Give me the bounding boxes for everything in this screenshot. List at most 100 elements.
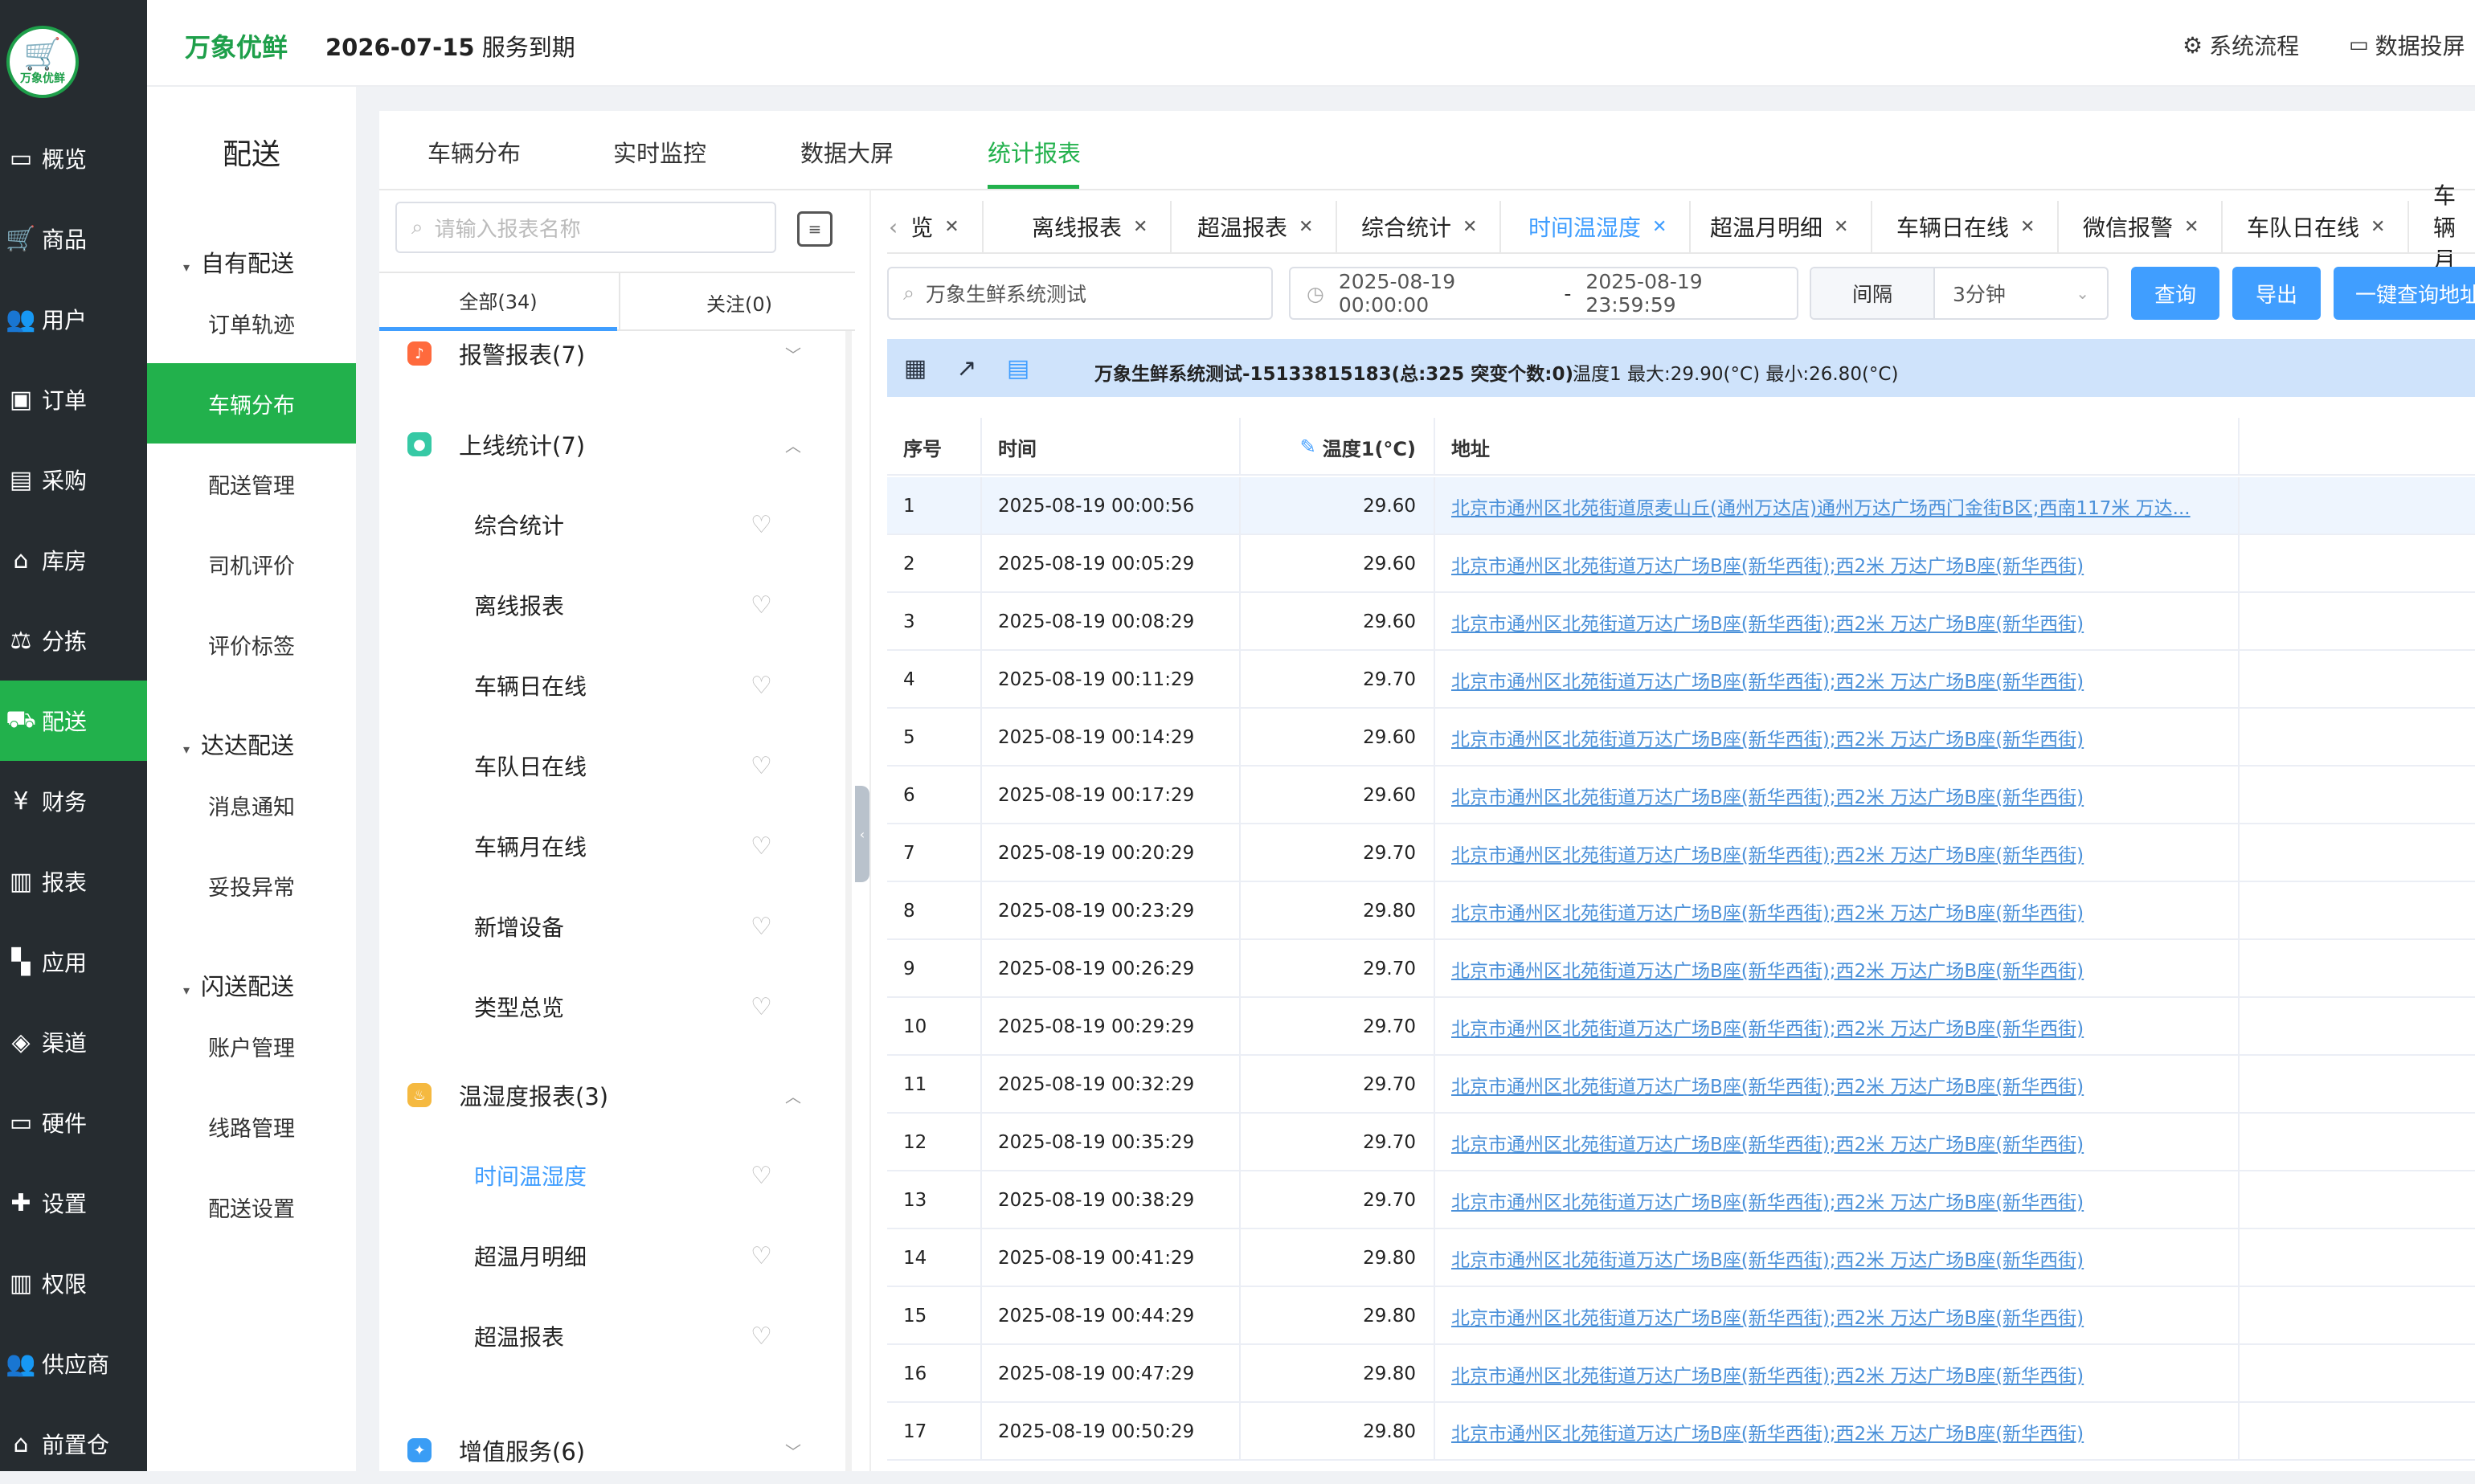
table-row[interactable]: 1 2025-08-19 00:00:56 29.60 北京市通州区北苑街道原麦山丘(… <box>887 477 2475 535</box>
data-cast-link[interactable]: ▭ 数据投屏 <box>2349 29 2465 61</box>
tab-realtime-monitor[interactable]: 实时监控 <box>613 135 706 169</box>
nav-item-12[interactable]: ▭ 硬件 <box>0 1082 147 1163</box>
heart-icon[interactable]: ♡ <box>751 752 772 780</box>
cell-address-link[interactable]: 北京市通州区北苑街道万达广场B座(新华西街);西2米 万达广场B座(新华西街) <box>1435 940 2240 998</box>
cell-address-link[interactable]: 北京市通州区北苑街道万达广场B座(新华西街);西2米 万达广场B座(新华西街) <box>1435 824 2240 882</box>
tab-vehicle-distribution[interactable]: 车辆分布 <box>428 135 521 169</box>
col-temp1[interactable]: ✎ 温度1(°C) <box>1241 418 1435 476</box>
tag-tab-1[interactable]: 离线报表 ✕ <box>1009 201 1172 252</box>
close-icon[interactable]: ✕ <box>2371 217 2385 237</box>
brand-logo[interactable]: 🛒 万象优鲜 <box>6 26 79 98</box>
table-row[interactable]: 3 2025-08-19 00:08:29 29.60 北京市通州区北苑街道万达广场B… <box>887 593 2475 651</box>
close-icon[interactable]: ✕ <box>2184 217 2199 237</box>
table-row[interactable]: 17 2025-08-19 00:50:29 29.80 北京市通州区北苑街道万达广场… <box>887 1403 2475 1461</box>
table-row[interactable]: 10 2025-08-19 00:29:29 29.70 北京市通州区北苑街道万达广场… <box>887 998 2475 1056</box>
report-manage-icon[interactable]: ≡ <box>797 211 832 247</box>
nav-item-14[interactable]: ▥ 权限 <box>0 1243 147 1323</box>
tag-tab-0[interactable]: ‹ 览 ✕ <box>887 201 984 252</box>
report-category-3[interactable]: ✦ 增值服务(6) ﹀ <box>407 1426 801 1474</box>
subnav-item[interactable]: 评价标签 <box>147 604 356 685</box>
table-view-icon[interactable]: ▤ <box>1004 355 1032 382</box>
heart-icon[interactable]: ♡ <box>751 1242 772 1270</box>
close-icon[interactable]: ✕ <box>1299 217 1313 237</box>
nav-item-2[interactable]: 👥 用户 <box>0 279 147 359</box>
table-row[interactable]: 8 2025-08-19 00:23:29 29.80 北京市通州区北苑街道万达广场B… <box>887 882 2475 940</box>
tag-tab-9[interactable]: 车辆月 <box>2411 182 2475 273</box>
filter-tab-all[interactable]: 全部(34) <box>379 273 617 331</box>
query-button[interactable]: 查询 <box>2131 267 2219 320</box>
report-category-1[interactable]: ● 上线统计(7) ︿ <box>407 420 801 468</box>
nav-item-5[interactable]: ⌂ 库房 <box>0 520 147 600</box>
nav-item-11[interactable]: ◈ 渠道 <box>0 1002 147 1082</box>
tag-tab-5[interactable]: 超温月明细 ✕ <box>1688 201 1873 252</box>
heart-icon[interactable]: ♡ <box>751 511 772 539</box>
heart-icon[interactable]: ♡ <box>751 591 772 619</box>
nav-item-10[interactable]: ▚ 应用 <box>0 922 147 1002</box>
batch-address-button[interactable]: 一键查询地址 <box>2334 267 2475 320</box>
nav-item-9[interactable]: ▥ 报表 <box>0 841 147 922</box>
tag-tab-3[interactable]: 综合统计 ✕ <box>1339 201 1502 252</box>
filter-tab-followed[interactable]: 关注(0) <box>620 273 858 331</box>
cell-address-link[interactable]: 北京市通州区北苑街道万达广场B座(新华西街);西2米 万达广场B座(新华西街) <box>1435 535 2240 593</box>
heart-icon[interactable]: ♡ <box>751 1323 772 1351</box>
table-row[interactable]: 2 2025-08-19 00:05:29 29.60 北京市通州区北苑街道万达广场B… <box>887 535 2475 593</box>
table-row[interactable]: 4 2025-08-19 00:11:29 29.70 北京市通州区北苑街道万达广场B… <box>887 651 2475 709</box>
report-item[interactable]: 类型总览 ♡ <box>474 983 796 1031</box>
table-row[interactable]: 12 2025-08-19 00:35:29 29.70 北京市通州区北苑街道万达广场… <box>887 1114 2475 1171</box>
nav-item-6[interactable]: ⚖ 分拣 <box>0 600 147 681</box>
close-icon[interactable]: ✕ <box>944 217 959 237</box>
line-chart-icon[interactable]: ↗ <box>953 355 980 382</box>
subnav-item[interactable]: 配送设置 <box>147 1167 356 1247</box>
close-icon[interactable]: ✕ <box>1834 217 1848 237</box>
cell-address-link[interactable]: 北京市通州区北苑街道万达广场B座(新华西街);西2米 万达广场B座(新华西街) <box>1435 998 2240 1056</box>
date-range-picker[interactable]: ◷ 2025-08-19 00:00:00 - 2025-08-19 23:59… <box>1289 267 1798 320</box>
table-row[interactable]: 5 2025-08-19 00:14:29 29.60 北京市通州区北苑街道万达广场B… <box>887 709 2475 767</box>
tab-data-screen[interactable]: 数据大屏 <box>800 135 894 169</box>
nav-item-0[interactable]: ▭ 概览 <box>0 118 147 198</box>
table-row[interactable]: 11 2025-08-19 00:32:29 29.70 北京市通州区北苑街道万达广场… <box>887 1056 2475 1114</box>
vehicle-select[interactable]: ⌕ 万象生鲜系统测试 <box>887 267 1273 320</box>
interval-select[interactable]: 间隔 3分钟 ⌄ <box>1810 267 2109 320</box>
cell-address-link[interactable]: 北京市通州区北苑街道万达广场B座(新华西街);西2米 万达广场B座(新华西街) <box>1435 1114 2240 1171</box>
table-row[interactable]: 15 2025-08-19 00:44:29 29.80 北京市通州区北苑街道万达广场… <box>887 1287 2475 1345</box>
cell-address-link[interactable]: 北京市通州区北苑街道万达广场B座(新华西街);西2米 万达广场B座(新华西街) <box>1435 882 2240 940</box>
heart-icon[interactable]: ♡ <box>751 913 772 941</box>
heart-icon[interactable]: ♡ <box>751 993 772 1021</box>
cell-address-link[interactable]: 北京市通州区北苑街道万达广场B座(新华西街);西2米 万达广场B座(新华西街) <box>1435 709 2240 767</box>
tag-tab-8[interactable]: 车队日在线 ✕ <box>2224 201 2410 252</box>
heart-icon[interactable]: ♡ <box>751 832 772 861</box>
report-list-scrollbar[interactable] <box>845 331 852 1471</box>
report-search-box[interactable]: ⌕ 请输入报表名称 <box>395 202 776 253</box>
subnav-group-0[interactable]: ▾ 自有配送 <box>183 245 294 279</box>
subnav-item[interactable]: 账户管理 <box>147 1006 356 1086</box>
grid-view-icon[interactable]: ▦ <box>902 355 929 382</box>
nav-item-8[interactable]: ¥ 财务 <box>0 761 147 841</box>
nav-item-16[interactable]: ⌂ 前置仓 <box>0 1404 147 1484</box>
system-flow-link[interactable]: ⚙ 系统流程 <box>2182 29 2299 61</box>
tag-tab-4[interactable]: 时间温湿度 ✕ <box>1506 201 1692 252</box>
report-item[interactable]: 超温月明细 ♡ <box>474 1232 796 1280</box>
report-category-2[interactable]: ♨ 温湿度报表(3) ︿ <box>407 1071 801 1119</box>
close-icon[interactable]: ✕ <box>1462 217 1477 237</box>
tab-statistics-report[interactable]: 统计报表 <box>988 135 1081 169</box>
close-icon[interactable]: ✕ <box>1652 217 1667 237</box>
subnav-group-2[interactable]: ▾ 闪送配送 <box>183 968 294 1002</box>
cell-address-link[interactable]: 北京市通州区北苑街道万达广场B座(新华西街);西2米 万达广场B座(新华西街) <box>1435 1056 2240 1114</box>
subnav-item[interactable]: 消息通知 <box>147 765 356 845</box>
tag-tab-7[interactable]: 微信报警 ✕ <box>2060 201 2223 252</box>
subnav-item[interactable]: 司机评价 <box>147 524 356 604</box>
report-item[interactable]: 离线报表 ♡ <box>474 581 796 629</box>
cell-address-link[interactable]: 北京市通州区北苑街道万达广场B座(新华西街);西2米 万达广场B座(新华西街) <box>1435 1287 2240 1345</box>
report-item[interactable]: 新增设备 ♡ <box>474 902 796 950</box>
table-row[interactable]: 16 2025-08-19 00:47:29 29.80 北京市通州区北苑街道万达广场… <box>887 1345 2475 1403</box>
report-category-0[interactable]: ♪ 报警报表(7) ﹀ <box>407 329 801 378</box>
nav-item-15[interactable]: 👥 供应商 <box>0 1323 147 1404</box>
nav-item-4[interactable]: ▤ 采购 <box>0 439 147 520</box>
cell-address-link[interactable]: 北京市通州区北苑街道万达广场B座(新华西街);西2米 万达广场B座(新华西街) <box>1435 1229 2240 1287</box>
table-row[interactable]: 6 2025-08-19 00:17:29 29.60 北京市通州区北苑街道万达广场B… <box>887 767 2475 824</box>
cell-address-link[interactable]: 北京市通州区北苑街道万达广场B座(新华西街);西2米 万达广场B座(新华西街) <box>1435 1403 2240 1461</box>
export-button[interactable]: 导出 <box>2232 267 2321 320</box>
cell-address-link[interactable]: 北京市通州区北苑街道万达广场B座(新华西街);西2米 万达广场B座(新华西街) <box>1435 1171 2240 1229</box>
cell-address-link[interactable]: 北京市通州区北苑街道万达广场B座(新华西街);西2米 万达广场B座(新华西街) <box>1435 593 2240 651</box>
cell-address-link[interactable]: 北京市通州区北苑街道万达广场B座(新华西街);西2米 万达广场B座(新华西街) <box>1435 1345 2240 1403</box>
